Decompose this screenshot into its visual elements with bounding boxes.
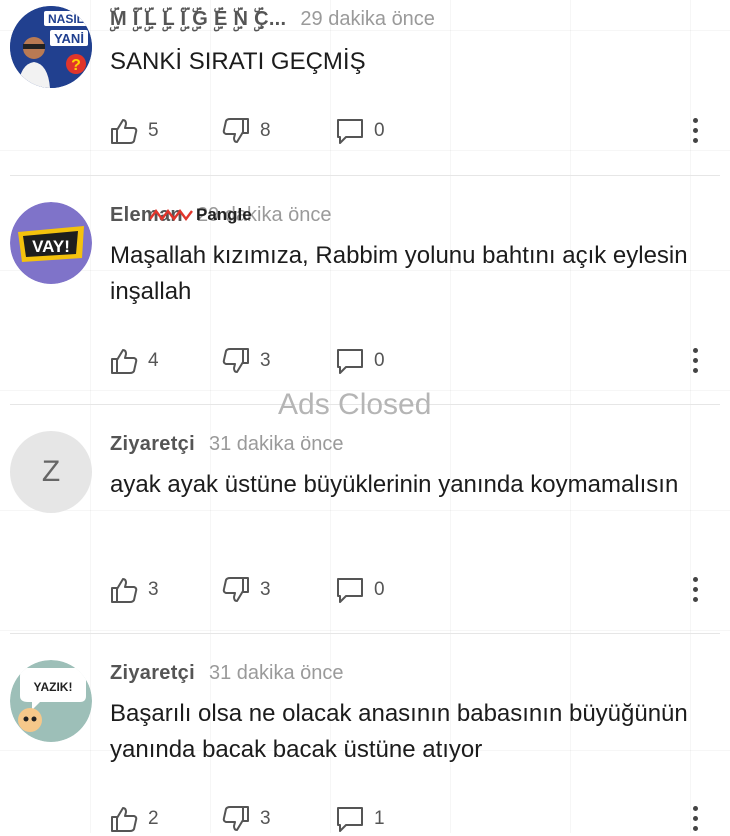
like-count: 4	[148, 350, 159, 371]
comment-bubble-icon	[337, 119, 363, 144]
comment-item: VAY! Eleman 29 dakika önce Maşallah kızım…	[0, 176, 730, 404]
more-options-button[interactable]	[692, 116, 700, 146]
thumbs-down-icon	[222, 348, 249, 373]
dislike-button[interactable]: 3	[220, 573, 271, 607]
comment-item: YAZIK! Ziyaretçi 31 dakika önce Başarılı …	[0, 634, 730, 833]
pangle-ad-badge: Pangle	[150, 205, 252, 225]
comment-meta: Ziyaretçi 31 dakika önce	[110, 433, 344, 456]
like-count: 3	[148, 579, 159, 600]
comment-time: 31 dakika önce	[208, 433, 344, 455]
comment-actions: 2 3 1	[108, 802, 708, 836]
more-vert-icon	[693, 118, 698, 123]
dislike-count: 3	[260, 579, 271, 600]
thumbs-up-icon	[111, 578, 138, 603]
avatar[interactable]: VAY!	[10, 202, 92, 284]
comment-actions: 4 3 0	[108, 344, 708, 378]
more-options-button[interactable]	[692, 575, 700, 605]
thumbs-down-icon	[222, 118, 249, 143]
like-button[interactable]: 2	[108, 802, 159, 836]
avatar-initial: Z	[41, 455, 61, 488]
like-count: 2	[148, 808, 159, 829]
comment-author[interactable]: Ziyaretçi	[110, 662, 195, 684]
avatar-text-line1: NASIL	[48, 12, 84, 26]
comment-bubble-icon	[337, 807, 363, 832]
comment-item: Z Ziyaretçi 31 dakika önce ayak ayak üstü…	[0, 405, 730, 633]
thumbs-up-icon	[111, 119, 138, 144]
comment-time: 29 dakika önce	[300, 8, 435, 30]
avatar[interactable]: YAZIK!	[10, 660, 92, 742]
avatar-text: VAY!	[32, 237, 70, 256]
comment-bubble-icon	[337, 578, 363, 603]
comment-actions: 3 3 0	[108, 573, 708, 607]
reply-count: 0	[374, 350, 385, 371]
vay-avatar-icon: VAY!	[10, 202, 92, 284]
reply-button[interactable]: 0	[334, 573, 385, 607]
thumbs-down-icon	[222, 577, 249, 602]
more-vert-icon	[693, 806, 698, 811]
comment-author[interactable]: ۣۜM ۣۜİ ۣۜL ۣۜL ۣۜİ ۣۜG ۣۜE ۣۜN ۣۜÇ...	[110, 8, 286, 30]
comment-text: ayak ayak üstüne büyüklerinin yanında ko…	[110, 471, 679, 498]
like-button[interactable]: 3	[108, 573, 159, 607]
reply-button[interactable]: 0	[334, 344, 385, 378]
reply-count: 0	[374, 579, 385, 600]
like-count: 5	[148, 120, 159, 141]
comment-text: Maşallah kızımıza, Rabbim yolunu bahtını…	[110, 242, 688, 305]
comment-meta: Ziyaretçi 31 dakika önce	[110, 662, 344, 685]
dislike-count: 3	[260, 350, 271, 371]
more-vert-icon	[693, 348, 698, 353]
reply-count: 1	[374, 808, 385, 829]
more-vert-icon	[693, 577, 698, 582]
pangle-label: Pangle	[196, 205, 252, 224]
comment-text: SANKİ SIRATI GEÇMİŞ	[110, 48, 366, 75]
thumbs-down-icon	[222, 806, 249, 831]
comment-meta: ۣۜM ۣۜİ ۣۜL ۣۜL ۣۜİ ۣۜG ۣۜE ۣۜN ۣۜÇ... 29…	[110, 8, 435, 31]
more-options-button[interactable]	[692, 804, 700, 834]
reply-button[interactable]: 1	[334, 802, 385, 836]
like-button[interactable]: 4	[108, 344, 159, 378]
comment-actions: 5 8 0	[108, 114, 708, 148]
reply-count: 0	[374, 120, 385, 141]
avatar[interactable]: Z	[10, 431, 92, 513]
avatar[interactable]: NASIL YANİ ?	[10, 6, 92, 88]
comment-bubble-icon	[337, 349, 363, 374]
avatar-text: YAZIK!	[34, 680, 73, 694]
dislike-button[interactable]: 3	[220, 802, 271, 836]
comment-author[interactable]: Ziyaretçi	[110, 433, 195, 455]
comment-text: Başarılı olsa ne olacak anasının babasın…	[110, 700, 688, 763]
reply-button[interactable]: 0	[334, 114, 385, 148]
avatar-text-line2: YANİ	[54, 31, 84, 46]
dislike-button[interactable]: 3	[220, 344, 271, 378]
comment-time: 31 dakika önce	[208, 662, 344, 684]
avatar-question-mark: ?	[71, 57, 81, 74]
dislike-count: 8	[260, 120, 271, 141]
thumbs-up-icon	[111, 807, 138, 832]
pangle-logo-icon	[150, 209, 193, 221]
ads-closed-label: Ads Closed	[278, 388, 432, 421]
dislike-count: 3	[260, 808, 271, 829]
like-button[interactable]: 5	[108, 114, 159, 148]
comment-item: NASIL YANİ ? ۣۜM ۣۜİ ۣۜL ۣۜL ۣۜİ ۣۜG ۣۜE…	[0, 0, 730, 175]
more-options-button[interactable]	[692, 346, 700, 376]
yazik-avatar-icon: YAZIK!	[10, 660, 92, 742]
dislike-button[interactable]: 8	[220, 114, 271, 148]
thumbs-up-icon	[111, 349, 138, 374]
nasil-yani-avatar-icon: NASIL YANİ ?	[10, 6, 92, 88]
